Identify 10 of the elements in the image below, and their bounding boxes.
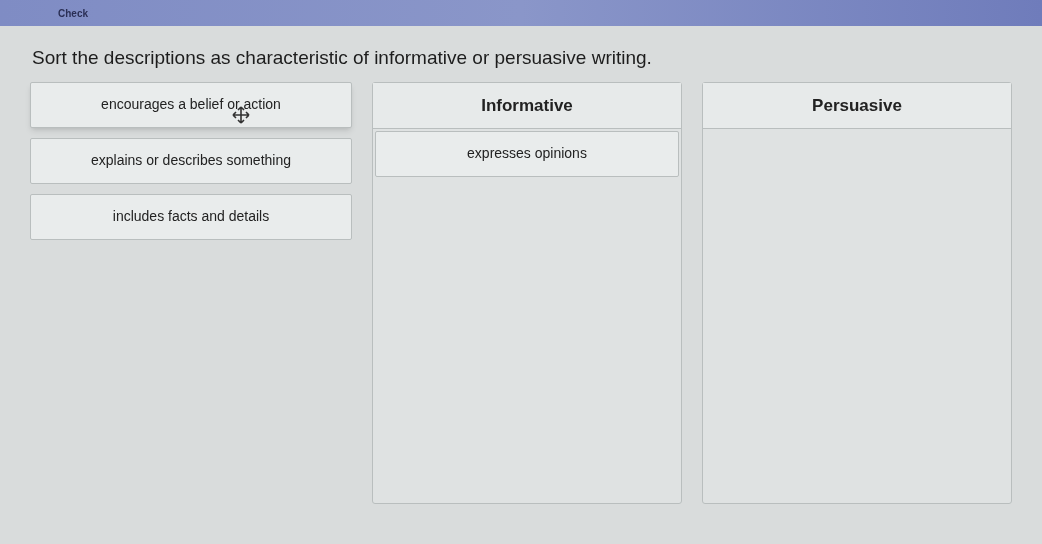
description-card[interactable]: explains or describes something (30, 137, 352, 184)
drop-column[interactable]: Persuasive (702, 81, 1012, 504)
description-card[interactable]: includes facts and details (30, 193, 352, 240)
instruction-text: Sort the descriptions as characteristic of informative or persuasive writing. (31, 46, 653, 70)
check-button[interactable]: Check (58, 6, 88, 21)
description-card[interactable]: encourages a belief or action (30, 81, 352, 128)
drop-column[interactable]: Informative expresses opinions (372, 81, 682, 504)
column-heading: Informative (373, 82, 681, 129)
description-card[interactable]: expresses opinions (375, 130, 679, 177)
column-heading: Persuasive (703, 82, 1011, 129)
